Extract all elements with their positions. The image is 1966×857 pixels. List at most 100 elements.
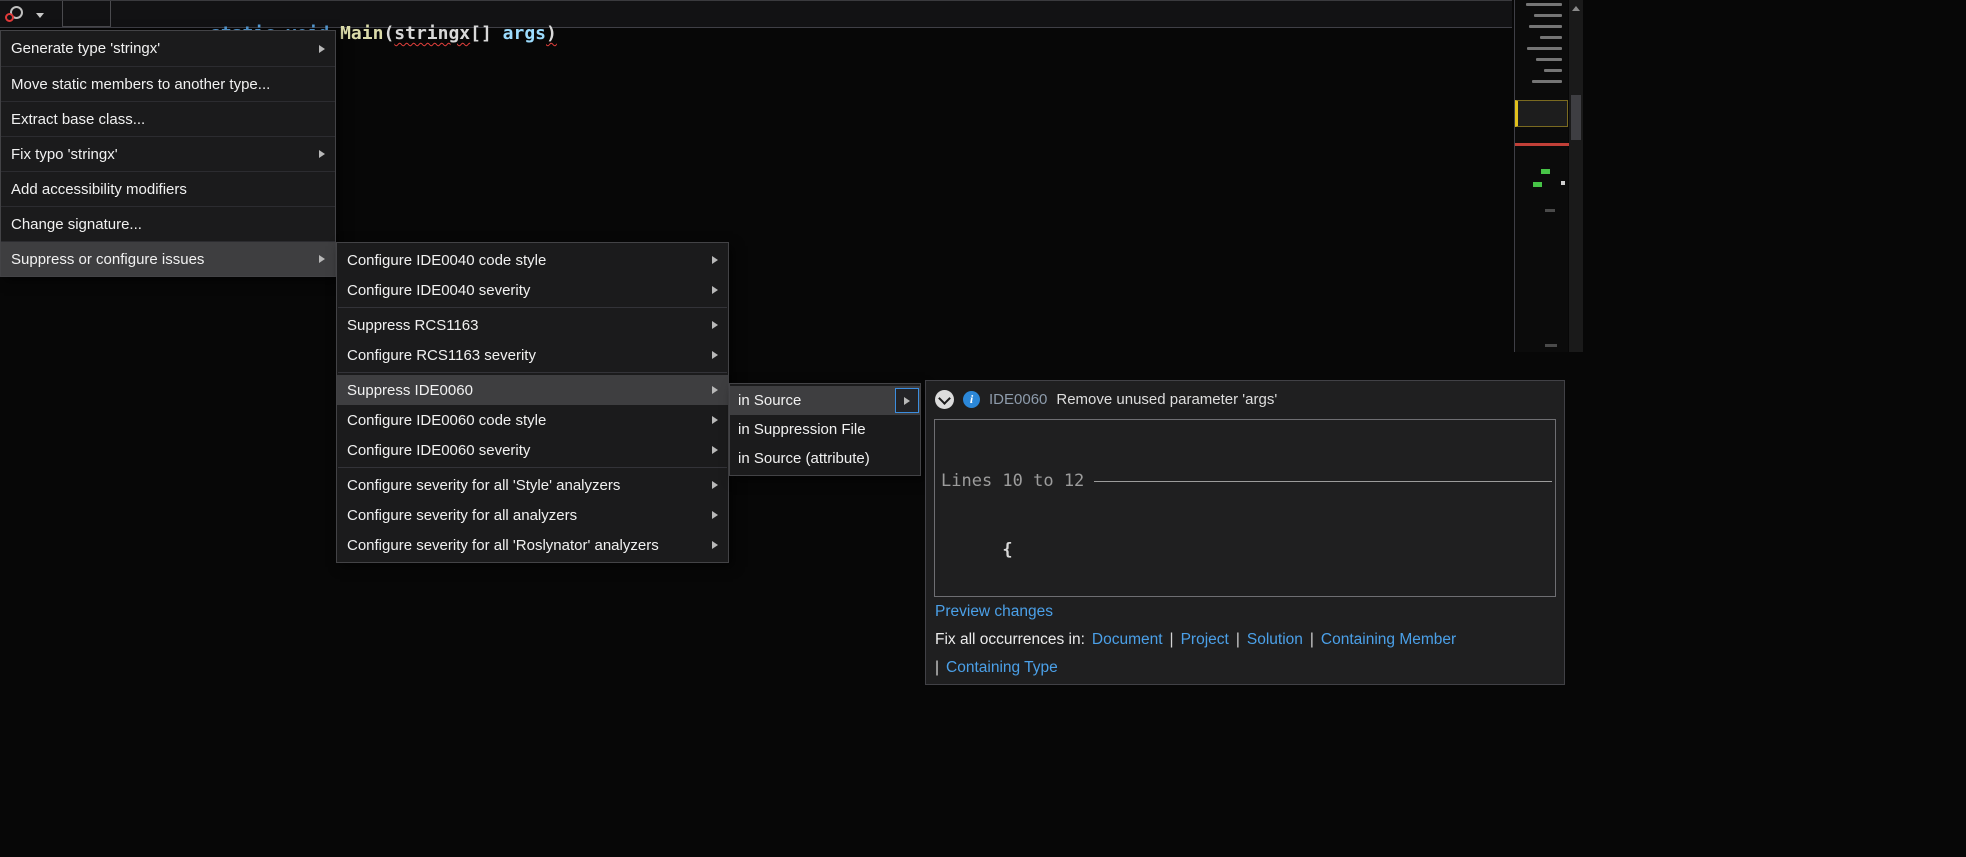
- info-icon[interactable]: [963, 391, 980, 408]
- glyph-margin[interactable]: [62, 1, 111, 27]
- menu-item-in-source[interactable]: in Source: [730, 386, 920, 415]
- minimap-viewport-indicator[interactable]: [1515, 100, 1568, 127]
- minimap-line: [1526, 3, 1562, 6]
- menu-item-suppress-ide0060[interactable]: Suppress IDE0060: [337, 375, 728, 405]
- menu-separator: [338, 307, 727, 308]
- collapse-chevron-icon[interactable]: [935, 390, 954, 409]
- diagnostic-message: Remove unused parameter 'args': [1056, 391, 1277, 408]
- submenu-arrow-icon: [319, 150, 325, 158]
- menu-item-move-static-members[interactable]: Move static members to another type...: [1, 66, 335, 101]
- menu-item-label: Configure IDE0060 severity: [347, 442, 704, 459]
- menu-item-label: Add accessibility modifiers: [11, 181, 325, 198]
- menu-separator: [338, 467, 727, 468]
- menu-item-label: in Source (attribute): [738, 450, 920, 467]
- quick-actions-button[interactable]: [6, 4, 50, 26]
- menu-item-suppress-or-configure[interactable]: Suppress or configure issues: [1, 241, 335, 276]
- fix-scope-solution-link[interactable]: Solution: [1247, 631, 1303, 649]
- fix-preview-panel: IDE0060 Remove unused parameter 'args' L…: [925, 380, 1565, 685]
- menu-item-configure-severity-style-analyzers[interactable]: Configure severity for all 'Style' analy…: [337, 470, 728, 500]
- menu-item-configure-ide0060-code-style[interactable]: Configure IDE0060 code style: [337, 405, 728, 435]
- submenu-arrow-icon: [712, 321, 718, 329]
- error-type-token: stringx: [394, 23, 470, 44]
- submenu-arrow-icon: [712, 481, 718, 489]
- fix-scope-containing-member-link[interactable]: Containing Member: [1321, 631, 1456, 649]
- submenu-arrow-icon: [712, 256, 718, 264]
- editor-code-area[interactable]: static void Main(stringx[] args): [0, 0, 1512, 28]
- diff-context-line: {: [935, 539, 1555, 562]
- scrollbar-up-arrow-icon[interactable]: [1572, 6, 1580, 11]
- brackets-token: []: [470, 23, 492, 44]
- menu-item-in-source-attribute[interactable]: in Source (attribute): [730, 444, 920, 473]
- minimap-line: [1529, 25, 1562, 28]
- scrollbar-thumb[interactable]: [1571, 95, 1581, 140]
- fix-scope-containing-type-link[interactable]: Containing Type: [946, 659, 1058, 677]
- minimap[interactable]: [1514, 0, 1568, 352]
- submenu-arrow-icon: [319, 45, 325, 53]
- preview-header: IDE0060 Remove unused parameter 'args': [926, 381, 1564, 418]
- minimap-line: [1532, 80, 1562, 83]
- fix-scope-project-link[interactable]: Project: [1181, 631, 1229, 649]
- suppress-configure-submenu: Configure IDE0040 code style Configure I…: [336, 242, 729, 563]
- suppress-ide0060-submenu: in Source in Suppression File in Source …: [729, 383, 921, 476]
- scope-separator: |: [935, 659, 939, 677]
- submenu-arrow-icon: [712, 541, 718, 549]
- range-divider-line: [1094, 481, 1552, 482]
- diagnostic-id: IDE0060: [989, 391, 1047, 408]
- menu-item-label: Configure RCS1163 severity: [347, 347, 704, 364]
- menu-item-label: Suppress RCS1163: [347, 317, 704, 334]
- submenu-arrow-icon: [712, 416, 718, 424]
- fix-scope-document-link[interactable]: Document: [1092, 631, 1163, 649]
- menu-item-suppress-rcs1163[interactable]: Suppress RCS1163: [337, 310, 728, 340]
- minimap-line: [1527, 47, 1562, 50]
- submenu-arrow-button[interactable]: [895, 388, 919, 413]
- menu-item-configure-severity-all-analyzers[interactable]: Configure severity for all analyzers: [337, 500, 728, 530]
- close-paren-token: ): [546, 23, 557, 44]
- minimap-line: [1540, 36, 1562, 39]
- menu-item-label: in Suppression File: [738, 421, 920, 438]
- minimap-faint-mark: [1545, 209, 1555, 212]
- menu-item-extract-base-class[interactable]: Extract base class...: [1, 101, 335, 136]
- scope-separator: |: [1170, 631, 1174, 649]
- menu-item-fix-typo[interactable]: Fix typo 'stringx': [1, 136, 335, 171]
- submenu-arrow-icon: [319, 255, 325, 263]
- menu-item-configure-rcs1163-severity[interactable]: Configure RCS1163 severity: [337, 340, 728, 370]
- space-token: [492, 23, 503, 44]
- minimap-line: [1534, 14, 1562, 17]
- minimap-added-marker: [1541, 169, 1550, 174]
- menu-item-label: Configure severity for all 'Style' analy…: [347, 477, 704, 494]
- menu-item-in-suppression-file[interactable]: in Suppression File: [730, 415, 920, 444]
- submenu-arrow-icon: [712, 351, 718, 359]
- minimap-faint-mark: [1545, 344, 1557, 347]
- submenu-arrow-icon: [712, 286, 718, 294]
- minimap-code-lines: [1526, 3, 1562, 83]
- minimap-line: [1544, 69, 1562, 72]
- scope-separator: |: [1236, 631, 1240, 649]
- diff-preview-box: Lines 10 to 12 { +#pragma warning disabl…: [934, 419, 1556, 597]
- menu-item-label: in Source: [738, 392, 895, 409]
- menu-item-configure-ide0040-code-style[interactable]: Configure IDE0040 code style: [337, 245, 728, 275]
- menu-item-label: Generate type 'stringx': [11, 40, 311, 57]
- punctuation-token: (: [383, 23, 394, 44]
- menu-item-label: Fix typo 'stringx': [11, 146, 311, 163]
- menu-item-label: Configure IDE0040 severity: [347, 282, 704, 299]
- chevron-down-icon: [36, 13, 44, 18]
- preview-changes-link[interactable]: Preview changes: [935, 603, 1053, 620]
- error-badge-icon: [5, 13, 14, 22]
- menu-item-configure-ide0060-severity[interactable]: Configure IDE0060 severity: [337, 435, 728, 465]
- fix-all-label: Fix all occurrences in:: [935, 631, 1085, 649]
- menu-item-label: Move static members to another type...: [11, 76, 325, 93]
- submenu-arrow-icon: [712, 446, 718, 454]
- line-range-row: Lines 10 to 12: [935, 470, 1555, 493]
- menu-item-configure-severity-roslynator-analyzers[interactable]: Configure severity for all 'Roslynator' …: [337, 530, 728, 560]
- menu-item-configure-ide0040-severity[interactable]: Configure IDE0040 severity: [337, 275, 728, 305]
- menu-separator: [338, 372, 727, 373]
- menu-item-label: Configure IDE0040 code style: [347, 252, 704, 269]
- submenu-arrow-icon: [904, 397, 910, 405]
- menu-item-generate-type[interactable]: Generate type 'stringx': [1, 31, 335, 66]
- menu-item-label: Suppress or configure issues: [11, 251, 311, 268]
- vertical-scrollbar[interactable]: [1569, 0, 1583, 352]
- menu-item-add-accessibility-modifiers[interactable]: Add accessibility modifiers: [1, 171, 335, 206]
- menu-item-change-signature[interactable]: Change signature...: [1, 206, 335, 241]
- quick-actions-menu: Generate type 'stringx' Move static memb…: [0, 30, 336, 277]
- menu-item-label: Configure severity for all analyzers: [347, 507, 704, 524]
